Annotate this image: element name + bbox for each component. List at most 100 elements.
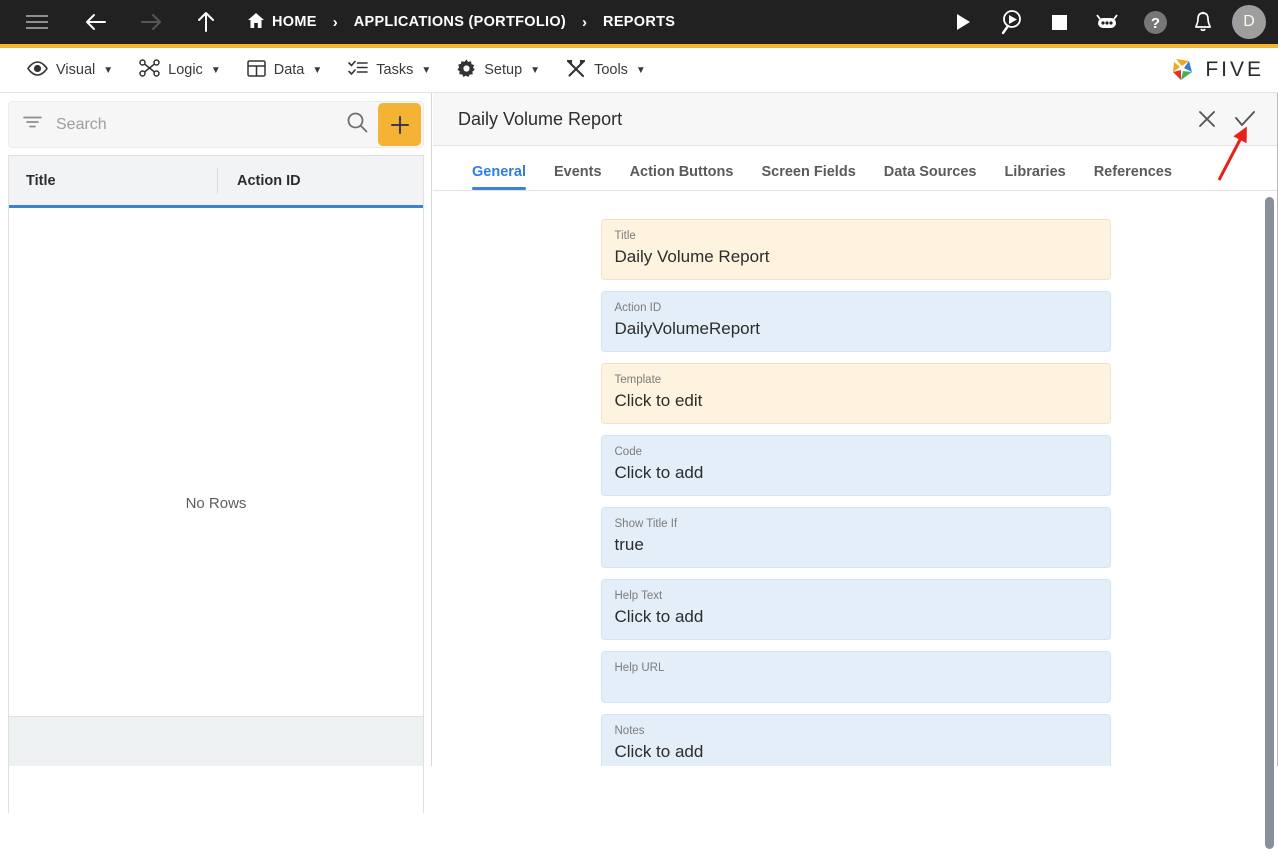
notifications-icon[interactable] <box>1186 5 1220 39</box>
breadcrumb-label: APPLICATIONS (PORTFOLIO) <box>353 14 567 30</box>
field-code[interactable]: Code Click to add <box>600 435 1111 496</box>
menu-item-data[interactable]: Data ▼ <box>234 48 336 93</box>
stop-icon[interactable] <box>1042 5 1076 39</box>
menu-item-label: Tasks <box>376 62 414 78</box>
grid-footer <box>8 716 424 766</box>
hamburger-icon[interactable] <box>20 5 54 39</box>
help-icon[interactable]: ? <box>1138 5 1172 39</box>
arrow-up-icon[interactable] <box>189 5 223 39</box>
scrollbar-thumb[interactable] <box>1265 197 1274 849</box>
field-value: Click to edit <box>614 391 703 410</box>
nodes-icon <box>139 59 160 81</box>
content-scrollbar[interactable] <box>1265 195 1274 855</box>
svg-text:?: ? <box>1150 15 1159 32</box>
field-show-title-if[interactable]: Show Title If true <box>600 507 1111 568</box>
home-icon <box>247 12 265 33</box>
arrow-right-icon[interactable] <box>134 5 168 39</box>
menu-item-tasks[interactable]: Tasks ▼ <box>335 48 444 93</box>
detail-panel: Daily Volume Report General Events Actio… <box>433 93 1278 855</box>
column-header-title[interactable]: Title <box>9 156 217 205</box>
menu-item-label: Tools <box>594 62 628 78</box>
breadcrumb-separator: › <box>332 13 338 31</box>
field-label: Template <box>614 374 662 386</box>
records-grid: Title Action ID No Rows <box>8 155 424 813</box>
five-logo-text: FIVE <box>1205 58 1264 81</box>
eye-icon <box>27 60 48 80</box>
field-value: Daily Volume Report <box>614 247 770 266</box>
tab-references[interactable]: References <box>1080 164 1186 190</box>
table-icon <box>246 59 266 81</box>
field-action-id[interactable]: Action ID DailyVolumeReport <box>600 291 1111 352</box>
left-panel: Title Action ID No Rows <box>0 93 432 813</box>
debug-icon[interactable] <box>994 5 1028 39</box>
breadcrumb-item-applications[interactable]: APPLICATIONS (PORTFOLIO) <box>354 14 566 30</box>
form-column: Title Daily Volume Report Action ID Dail… <box>600 192 1111 766</box>
field-label: Code <box>614 446 643 458</box>
tab-libraries[interactable]: Libraries <box>990 164 1079 190</box>
field-value: Click to add <box>614 742 704 761</box>
page-title: Daily Volume Report <box>458 108 623 129</box>
gear-icon <box>457 59 476 82</box>
tab-screen-fields[interactable]: Screen Fields <box>747 164 869 190</box>
field-help-url[interactable]: Help URL <box>600 651 1111 703</box>
field-notes[interactable]: Notes Click to add <box>600 714 1111 766</box>
run-icon[interactable] <box>946 5 980 39</box>
chatbot-icon[interactable] <box>1090 5 1124 39</box>
field-template[interactable]: Template Click to edit <box>600 363 1111 424</box>
field-value: Click to add <box>614 463 704 482</box>
avatar[interactable]: D <box>1232 5 1266 39</box>
field-label: Show Title If <box>614 518 678 530</box>
breadcrumb: HOME › APPLICATIONS (PORTFOLIO) › REPORT… <box>247 12 675 33</box>
menu-item-label: Visual <box>56 62 96 78</box>
five-logo-mark <box>1173 59 1193 80</box>
menu-item-label: Logic <box>168 62 203 78</box>
breadcrumb-item-home[interactable]: HOME <box>247 12 317 33</box>
chevron-down-icon: ▼ <box>312 64 323 76</box>
five-logo: FIVE <box>1168 56 1264 84</box>
field-value: DailyVolumeReport <box>614 319 761 338</box>
breadcrumb-item-reports[interactable]: REPORTS <box>603 14 675 30</box>
tab-data-sources[interactable]: Data Sources <box>870 164 991 190</box>
detail-panel-header: Daily Volume Report <box>433 93 1278 146</box>
menu-item-label: Data <box>273 62 305 78</box>
tab-action-buttons[interactable]: Action Buttons <box>616 164 748 190</box>
top-bar: HOME › APPLICATIONS (PORTFOLIO) › REPORT… <box>0 0 1278 48</box>
checklist-icon <box>348 60 369 81</box>
field-help-text[interactable]: Help Text Click to add <box>600 579 1111 640</box>
field-label: Action ID <box>614 302 662 314</box>
field-label: Help URL <box>614 662 665 674</box>
menu-item-label: Setup <box>484 62 523 78</box>
tools-icon <box>566 59 586 82</box>
menu-item-tools[interactable]: Tools ▼ <box>553 48 659 93</box>
save-icon[interactable] <box>1226 100 1264 138</box>
empty-state-message: No Rows <box>185 494 247 512</box>
field-label: Title <box>614 230 636 242</box>
grid-body: No Rows <box>9 208 423 798</box>
breadcrumb-label: REPORTS <box>603 14 676 30</box>
chevron-down-icon: ▼ <box>530 64 541 76</box>
chevron-down-icon: ▼ <box>635 64 646 76</box>
breadcrumb-label: HOME <box>272 14 317 30</box>
chevron-down-icon: ▼ <box>210 64 221 76</box>
search-input[interactable] <box>56 115 346 134</box>
arrow-left-icon[interactable] <box>79 5 113 39</box>
tab-events[interactable]: Events <box>540 164 616 190</box>
column-header-action-id[interactable]: Action ID <box>217 167 301 194</box>
menu-item-setup[interactable]: Setup ▼ <box>444 48 553 93</box>
menu-item-visual[interactable]: Visual ▼ <box>14 48 126 93</box>
grid-header: Title Action ID <box>9 156 423 208</box>
search-icon[interactable] <box>346 111 368 138</box>
add-record-button[interactable] <box>378 103 421 146</box>
tab-general[interactable]: General <box>458 164 540 190</box>
filter-icon[interactable] <box>23 115 42 134</box>
field-value: true <box>614 535 644 554</box>
field-label: Help Text <box>614 590 663 602</box>
chevron-down-icon: ▼ <box>103 64 114 76</box>
field-title[interactable]: Title Daily Volume Report <box>600 219 1111 280</box>
menu-bar: Visual ▼ Logic ▼ Data ▼ Tasks ▼ Setup ▼ … <box>0 48 1278 93</box>
close-icon[interactable] <box>1188 100 1226 138</box>
general-form: Title Daily Volume Report Action ID Dail… <box>433 192 1278 766</box>
search-bar <box>8 101 424 148</box>
chevron-down-icon: ▼ <box>421 64 432 76</box>
menu-item-logic[interactable]: Logic ▼ <box>126 48 234 93</box>
